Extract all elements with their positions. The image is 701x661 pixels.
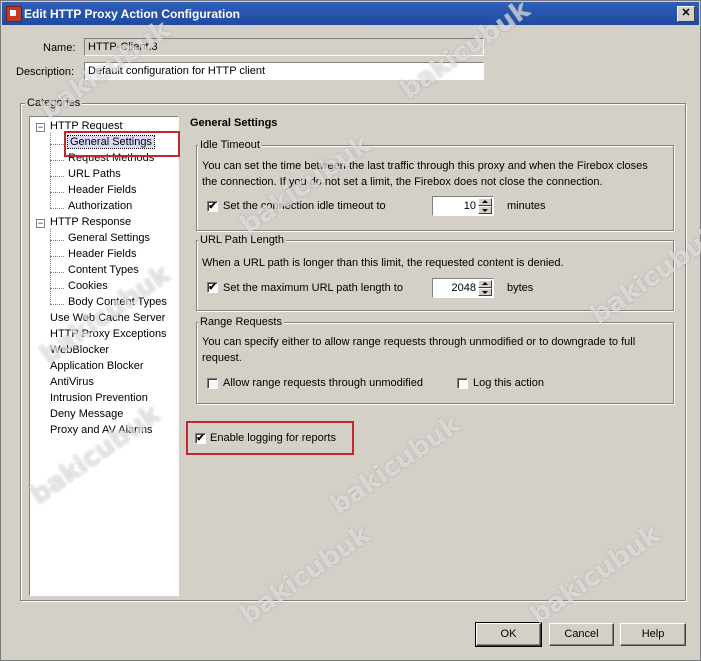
ok-button[interactable]: OK (475, 622, 542, 647)
url-path-length-down-icon[interactable] (478, 288, 492, 296)
range-requests-legend: Range Requests (198, 316, 284, 328)
tree-item[interactable]: Body Content Types (68, 296, 167, 308)
tree-connector (50, 288, 64, 289)
window-title: Edit HTTP Proxy Action Configuration (24, 7, 240, 21)
url-path-length-value: 2048 (451, 282, 476, 294)
url-path-length-checkbox-label: Set the maximum URL path length to (223, 282, 403, 294)
url-path-length-group (196, 240, 674, 311)
idle-timeout-checkbox-label: Set the connection idle timeout to (223, 200, 386, 212)
tree-item[interactable]: Deny Message (50, 408, 123, 420)
tree-connector (50, 192, 64, 193)
url-path-length-up-icon[interactable] (478, 280, 492, 288)
close-button[interactable]: ✕ (677, 6, 695, 22)
help-button[interactable]: Help (620, 623, 686, 646)
tree-connector (50, 176, 64, 177)
tree-item[interactable]: General Settings (68, 232, 150, 244)
tree-item[interactable]: Cookies (68, 280, 108, 292)
name-label: Name: (43, 42, 76, 54)
categories-legend: Categories (25, 97, 83, 109)
allow-range-requests-checkbox[interactable] (207, 378, 218, 389)
panel-title: General Settings (190, 117, 278, 129)
tree-item[interactable]: Content Types (68, 264, 139, 276)
idle-timeout-unit: minutes (507, 200, 546, 212)
allow-range-requests-label: Allow range requests through unmodified (223, 377, 423, 389)
tree-connector (50, 133, 51, 208)
categories-tree[interactable]: HTTP Request − General Settings Request Met… (29, 116, 180, 596)
idle-timeout-down-icon[interactable] (478, 206, 492, 214)
description-label: Description: (16, 66, 75, 78)
idle-timeout-value: 10 (463, 200, 476, 212)
app-icon (6, 6, 22, 22)
tree-connector (50, 208, 64, 209)
title-bar[interactable]: Edit HTTP Proxy Action Configuration ✕ (2, 2, 699, 25)
tree-item[interactable]: Header Fields (68, 184, 136, 196)
tree-connector (50, 256, 64, 257)
tree-item[interactable]: HTTP Proxy Exceptions (50, 328, 167, 340)
url-path-length-checkbox[interactable]: ✔ (207, 282, 218, 293)
tree-item[interactable]: AntiVirus (50, 376, 94, 388)
tree-item[interactable]: Authorization (68, 200, 132, 212)
idle-timeout-checkbox[interactable]: ✔ (207, 201, 218, 212)
tree-connector (50, 240, 64, 241)
tree-item[interactable]: Header Fields (68, 248, 136, 260)
url-path-length-unit: bytes (507, 282, 534, 294)
tree-connector (50, 304, 64, 305)
tree-item[interactable]: HTTP Response (50, 216, 131, 228)
tree-connector (50, 160, 64, 161)
tree-connector (50, 229, 51, 304)
tree-collapse-icon[interactable]: − (36, 219, 45, 228)
cancel-button[interactable]: Cancel (549, 623, 614, 646)
idle-timeout-legend: Idle Timeout (198, 139, 262, 151)
tree-connector (50, 144, 64, 145)
tree-item[interactable]: Application Blocker (50, 360, 144, 372)
description-field[interactable] (84, 62, 484, 80)
idle-timeout-up-icon[interactable] (478, 198, 492, 206)
tree-connector (50, 272, 64, 273)
tree-item[interactable]: Proxy and AV Alarms (50, 424, 153, 436)
tree-collapse-icon[interactable]: − (36, 123, 45, 132)
tree-item[interactable]: Use Web Cache Server (50, 312, 165, 324)
url-path-length-description: When a URL path is longer than this limi… (202, 257, 564, 269)
log-this-action-label: Log this action (473, 377, 544, 389)
idle-timeout-spinner[interactable]: 10 (432, 196, 494, 216)
idle-timeout-description: You can set the time between the last tr… (202, 160, 648, 188)
tree-item[interactable]: WebBlocker (50, 344, 109, 356)
tree-item[interactable]: Intrusion Prevention (50, 392, 148, 404)
selection-highlight-box (64, 131, 180, 157)
tree-item[interactable]: URL Paths (68, 168, 121, 180)
dialog-window: Edit HTTP Proxy Action Configuration ✕ N… (0, 0, 701, 661)
range-requests-description: You can specify either to allow range re… (202, 336, 636, 364)
logging-highlight-box (186, 421, 354, 455)
url-path-length-legend: URL Path Length (198, 234, 286, 246)
url-path-length-spinner[interactable]: 2048 (432, 278, 494, 298)
name-field[interactable] (84, 38, 484, 56)
log-this-action-checkbox[interactable] (457, 378, 468, 389)
